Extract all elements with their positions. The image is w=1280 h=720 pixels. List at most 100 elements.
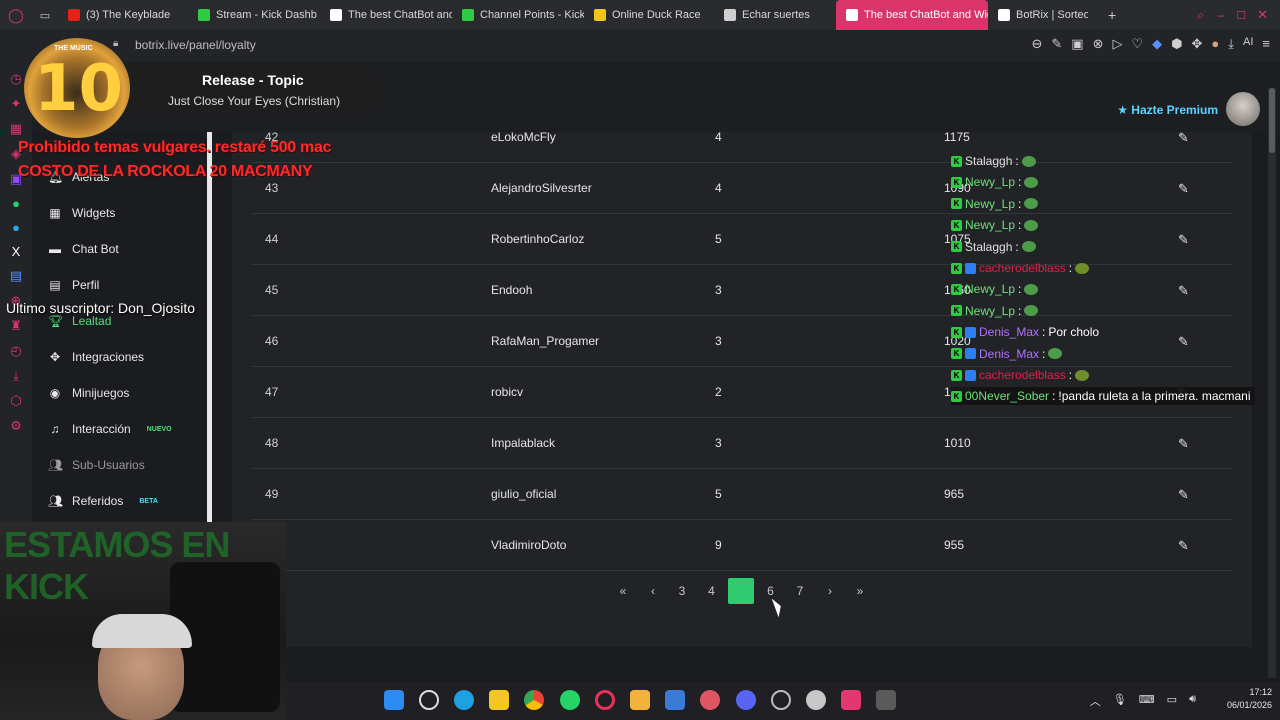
clock[interactable]: 17:12 06/01/2026 — [1227, 686, 1272, 712]
search-tabs-icon[interactable]: ⌕ — [1197, 8, 1204, 23]
pager-first[interactable]: « — [610, 578, 636, 604]
sidebar-item-minijuegos[interactable]: ◉ Minijuegos — [48, 386, 130, 400]
sidebar-item-widgets[interactable]: ▦ Widgets — [48, 206, 115, 220]
pencil-icon[interactable]: ✎ — [1178, 214, 1189, 265]
app-icon-2[interactable] — [771, 690, 791, 710]
puzzle-icon[interactable]: ✥ — [1191, 36, 1202, 52]
music-logo: THE MUSIC 10 — [24, 38, 130, 138]
opera-menu-icon[interactable]: ◯ — [0, 7, 32, 24]
app-icon-3[interactable] — [806, 690, 826, 710]
sidebar-item-perfil[interactable]: ▤ Perfil — [48, 278, 99, 292]
downloads-icon[interactable]: ⤓ — [0, 368, 32, 384]
tab-list-icon[interactable]: ▭ — [32, 9, 58, 22]
browser-tab[interactable]: The best ChatBot and Wid — [836, 0, 988, 30]
browser-tab[interactable]: (3) The Keyblade — [58, 0, 188, 30]
app-icon-1[interactable] — [700, 690, 720, 710]
sidebar-item-chat-bot[interactable]: ▬ Chat Bot — [48, 242, 119, 256]
browser-tab[interactable]: Online Duck Race — [584, 0, 714, 30]
profile-avatar-icon[interactable]: ● — [1211, 36, 1219, 52]
menu-icon[interactable]: ≡ — [1262, 36, 1270, 52]
sticky-notes-icon[interactable] — [489, 690, 509, 710]
sidebar-item-lealtad[interactable]: 🏆︎ Lealtad — [48, 314, 111, 328]
search-icon[interactable] — [419, 690, 439, 710]
pager-next[interactable]: › — [817, 578, 843, 604]
page-button[interactable]: 5 — [728, 578, 754, 604]
network-icon[interactable]: ▭ — [1167, 693, 1177, 709]
edge-icon[interactable] — [454, 690, 474, 710]
extension-icon[interactable]: ◆ — [1152, 36, 1162, 52]
keyboard-icon[interactable]: ⌨ — [1139, 693, 1155, 709]
telegram-icon[interactable]: ● — [0, 220, 32, 235]
sidebar-item-interacci-n[interactable]: ♫ Interacción NUEVO — [48, 422, 172, 436]
rail-icon-5[interactable]: ▤ — [0, 268, 32, 284]
system-tray: ︿ 🎙︎ ⌨ ▭ 🔊︎ — [1090, 693, 1196, 709]
now-playing-song: Just Close Your Eyes (Christian) — [168, 94, 341, 108]
history-icon[interactable]: ◴ — [0, 343, 32, 359]
windows-start-icon[interactable] — [384, 690, 404, 710]
pager-prev[interactable]: ‹ — [640, 578, 666, 604]
chat-message: K Newy_Lp : — [951, 195, 1039, 213]
browser-tab[interactable]: Channel Points - Kick — [452, 0, 584, 30]
chat-username: cacherodelblass — [979, 368, 1066, 382]
pin-icon[interactable]: ✎ — [1051, 36, 1062, 52]
store-icon[interactable] — [665, 690, 685, 710]
cell-rank: 44 — [265, 232, 279, 246]
app-icon-4[interactable] — [841, 690, 861, 710]
puzzle-icon: ✥ — [49, 350, 61, 364]
opera-taskbar-icon[interactable] — [595, 690, 615, 710]
zoom-icon[interactable]: ⊖ — [1031, 36, 1042, 52]
rail-icon-8[interactable]: ⬡ — [0, 393, 32, 409]
page-button[interactable]: 3 — [669, 578, 695, 604]
pencil-icon[interactable]: ✎ — [1178, 163, 1189, 214]
settings-icon[interactable]: ⚙ — [0, 418, 32, 434]
url-field[interactable]: botrix.live/panel/loyalty — [135, 38, 256, 52]
x-icon[interactable]: X — [0, 244, 32, 259]
maximize-icon[interactable]: ☐ — [1236, 9, 1246, 22]
page-button[interactable]: 7 — [787, 578, 813, 604]
pencil-icon[interactable]: ✎ — [1178, 469, 1189, 520]
sidebar-item-referidos[interactable]: 👥︎ Referidos BETA — [48, 494, 158, 508]
browser-tab[interactable]: The best ChatBot and — [320, 0, 452, 30]
minimize-icon[interactable]: – — [1217, 8, 1224, 22]
pager-last[interactable]: » — [847, 578, 873, 604]
browser-tab[interactable]: BotRix | Sorteos — [988, 0, 1088, 30]
cell-rank: 49 — [265, 487, 279, 501]
browser-tab[interactable]: Stream - Kick Dashb — [188, 0, 320, 30]
sidebar-item-integraciones[interactable]: ✥ Integraciones — [48, 350, 144, 364]
chat-username: Denis_Max — [979, 346, 1040, 361]
adblock-icon[interactable]: ⊗ — [1093, 36, 1104, 52]
page-scrollbar[interactable] — [1268, 88, 1276, 678]
snapshot-icon[interactable]: ▣ — [1071, 36, 1083, 52]
sidebar-scrollbar[interactable] — [207, 132, 212, 522]
close-icon[interactable]: ✕ — [1257, 7, 1268, 23]
pencil-icon[interactable]: ✎ — [1178, 520, 1189, 571]
browser-tab[interactable]: Echar suertes — [714, 0, 836, 30]
discord-icon[interactable] — [736, 690, 756, 710]
ai-icon[interactable]: AI — [1243, 36, 1253, 52]
whatsapp-icon[interactable]: ● — [0, 196, 32, 211]
pencil-icon[interactable]: ✎ — [1178, 265, 1189, 316]
volume-icon[interactable]: 🔊︎ — [1189, 693, 1196, 709]
download-icon[interactable]: ⤓ — [1228, 36, 1234, 52]
trophy-icon: 🏆︎ — [48, 314, 64, 328]
rail-icon-3[interactable]: ▦ — [0, 121, 32, 137]
file-explorer-icon[interactable] — [630, 690, 650, 710]
pencil-icon[interactable]: ✎ — [1178, 316, 1189, 367]
cap-shape — [92, 614, 192, 648]
tray-chevron-icon[interactable]: ︿ — [1090, 693, 1101, 709]
pencil-icon[interactable]: ✎ — [1178, 418, 1189, 469]
rail-icon-7[interactable]: ♜ — [0, 318, 32, 334]
new-tab-button[interactable]: + — [1108, 7, 1116, 23]
mic-icon[interactable]: 🎙︎ — [1113, 693, 1127, 709]
pencil-icon[interactable]: ✎ — [1178, 112, 1189, 163]
whatsapp-taskbar-icon[interactable] — [560, 690, 580, 710]
page-scroll-thumb[interactable] — [1269, 88, 1275, 153]
app-icon-5[interactable] — [876, 690, 896, 710]
page-button[interactable]: 6 — [758, 578, 784, 604]
sidebar-item-sub-usuarios[interactable]: 👥︎ Sub-Usuarios — [48, 458, 145, 472]
play-icon[interactable]: ▷ — [1112, 36, 1122, 52]
extension2-icon[interactable]: ⬢ — [1171, 36, 1182, 52]
heart-icon[interactable]: ♡ — [1131, 36, 1143, 52]
chrome-icon[interactable] — [524, 690, 544, 710]
page-button[interactable]: 4 — [699, 578, 725, 604]
